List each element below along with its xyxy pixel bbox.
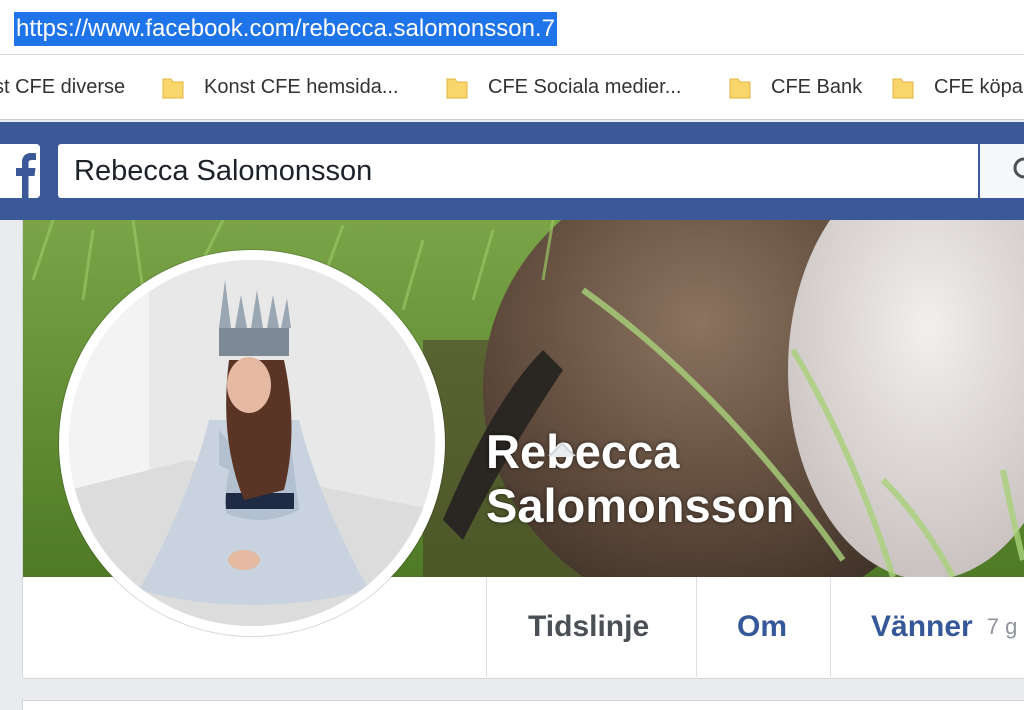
bookmark-label: CFE köpa <box>934 75 1023 98</box>
folder-icon <box>729 76 751 99</box>
tab-divider <box>696 577 697 677</box>
url-text[interactable]: https://www.facebook.com/rebecca.salomon… <box>14 12 557 46</box>
search-value: Rebecca Salomonsson <box>74 155 373 187</box>
profile-name-line1: Rebecca <box>486 425 680 478</box>
profile-name[interactable]: Rebecca Salomonsson <box>486 425 794 533</box>
folder-icon <box>162 76 184 99</box>
search-input[interactable]: Rebecca Salomonsson <box>58 144 978 198</box>
bookmarks-bar: st CFE diverse Konst CFE hemsida... CFE … <box>0 55 1024 120</box>
bookmark-item[interactable]: CFE köpa <box>892 55 1023 119</box>
tab-divider <box>486 577 487 677</box>
tab-timeline[interactable]: Tidslinje <box>528 577 649 677</box>
folder-icon <box>892 76 914 99</box>
profile-header: Rebecca Salomonsson Tidslinje Om Vänner … <box>22 220 1024 679</box>
facebook-f-icon[interactable] <box>0 144 40 198</box>
tab-label: Vänner <box>871 610 973 643</box>
avatar <box>69 260 435 626</box>
search-icon <box>980 157 1024 202</box>
search-button[interactable] <box>980 144 1024 198</box>
bookmark-item[interactable]: CFE Sociala medier... <box>446 55 681 119</box>
profile-name-line2: Salomonsson <box>486 479 795 532</box>
tab-divider <box>830 577 831 677</box>
address-bar[interactable]: https://www.facebook.com/rebecca.salomon… <box>0 0 1024 55</box>
bookmark-label: CFE Sociala medier... <box>488 75 682 98</box>
tab-about[interactable]: Om <box>737 577 787 677</box>
profile-picture[interactable] <box>59 250 445 636</box>
tab-label: Om <box>737 610 788 643</box>
bookmark-item[interactable]: CFE Bank <box>729 55 862 119</box>
bookmark-label: Konst CFE hemsida... <box>204 75 399 98</box>
bookmark-item[interactable]: Konst CFE hemsida... <box>162 55 399 119</box>
bookmark-item[interactable]: st CFE diverse <box>0 55 125 119</box>
bookmark-label: CFE Bank <box>771 75 863 98</box>
folder-icon <box>446 76 468 99</box>
bookmark-label: st CFE diverse <box>0 75 126 98</box>
tab-label: Tidslinje <box>528 610 650 643</box>
tab-friends[interactable]: Vänner 7 g <box>871 577 1017 677</box>
friends-count: 7 g <box>986 614 1018 639</box>
facebook-header: Rebecca Salomonsson <box>0 122 1024 220</box>
active-tab-indicator-fill <box>550 445 574 457</box>
